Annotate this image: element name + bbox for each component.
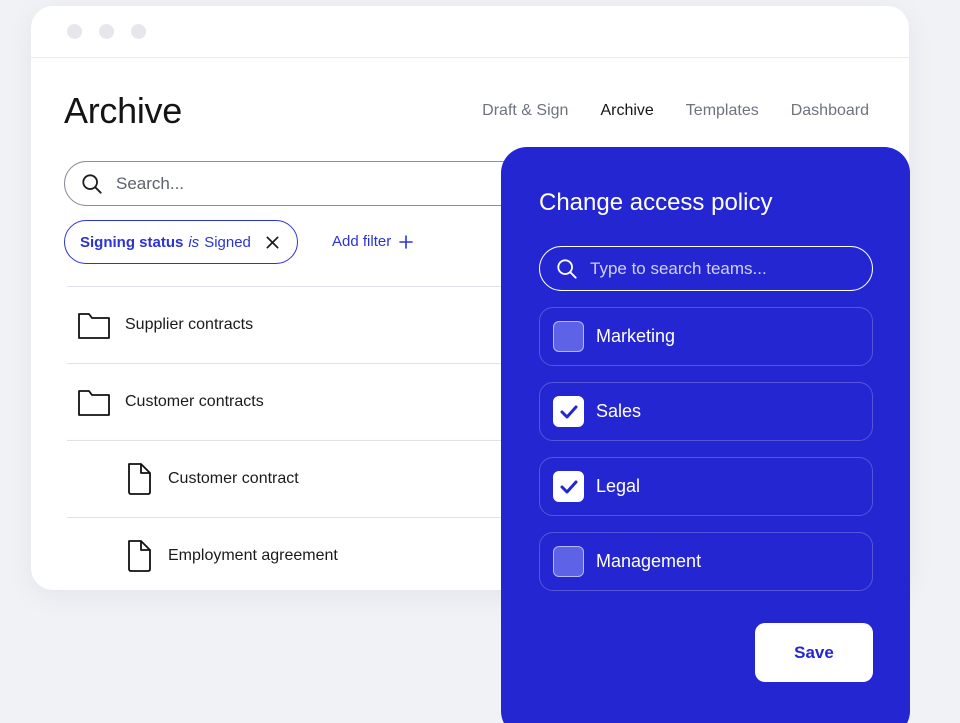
window-control-dot-3[interactable]	[131, 24, 146, 39]
team-option-marketing[interactable]: Marketing	[539, 307, 873, 366]
folder-icon	[78, 390, 110, 416]
team-search-box[interactable]	[539, 246, 873, 291]
stage: Archive Draft & Sign Archive Templates D…	[0, 0, 960, 723]
search-icon	[557, 258, 577, 279]
team-label: Legal	[596, 476, 641, 496]
filter-field: Signing status	[80, 233, 184, 251]
folder-icon	[78, 313, 110, 339]
checkbox[interactable]	[553, 546, 584, 577]
team-label: Marketing	[596, 326, 676, 346]
add-filter-label: Add filter	[332, 233, 392, 250]
team-label: Management	[596, 551, 702, 571]
list-item-label: Customer contracts	[125, 393, 264, 410]
plus-icon	[399, 234, 414, 249]
checkbox[interactable]	[553, 396, 584, 427]
checkbox[interactable]	[553, 321, 584, 352]
team-option-management[interactable]: Management	[539, 532, 873, 591]
file-icon	[128, 540, 151, 572]
window-control-dot-1[interactable]	[67, 24, 82, 39]
file-icon	[128, 463, 151, 495]
search-icon	[82, 173, 102, 194]
checkbox[interactable]	[553, 471, 584, 502]
nav-item-dashboard[interactable]: Dashboard	[791, 102, 869, 120]
save-button[interactable]: Save	[755, 623, 873, 682]
nav-item-templates[interactable]: Templates	[686, 102, 759, 120]
search-input[interactable]	[116, 173, 516, 194]
close-icon[interactable]	[265, 235, 280, 250]
window-titlebar	[31, 6, 909, 58]
top-nav: Draft & Sign Archive Templates Dashboard	[482, 102, 869, 120]
page-title: Archive	[64, 90, 182, 131]
team-option-legal[interactable]: Legal	[539, 457, 873, 516]
check-icon	[560, 405, 577, 418]
filter-chip[interactable]: Signing status is Signed	[64, 220, 298, 264]
check-icon	[560, 480, 577, 493]
nav-item-archive[interactable]: Archive	[600, 102, 653, 120]
team-search-input[interactable]	[590, 258, 850, 279]
filter-value: Signed	[204, 233, 251, 251]
team-option-sales[interactable]: Sales	[539, 382, 873, 441]
team-label: Sales	[596, 401, 642, 421]
list-item-label: Employment agreement	[168, 547, 338, 564]
access-policy-panel: Change access policy Marketing Sales	[501, 147, 910, 723]
filter-operator: is	[188, 233, 200, 251]
add-filter-button[interactable]: Add filter	[332, 233, 414, 250]
list-item-label: Supplier contracts	[125, 316, 254, 333]
panel-title: Change access policy	[539, 189, 773, 216]
list-item-label: Customer contract	[168, 470, 299, 487]
window-control-dot-2[interactable]	[99, 24, 114, 39]
nav-item-draft-sign[interactable]: Draft & Sign	[482, 102, 568, 120]
